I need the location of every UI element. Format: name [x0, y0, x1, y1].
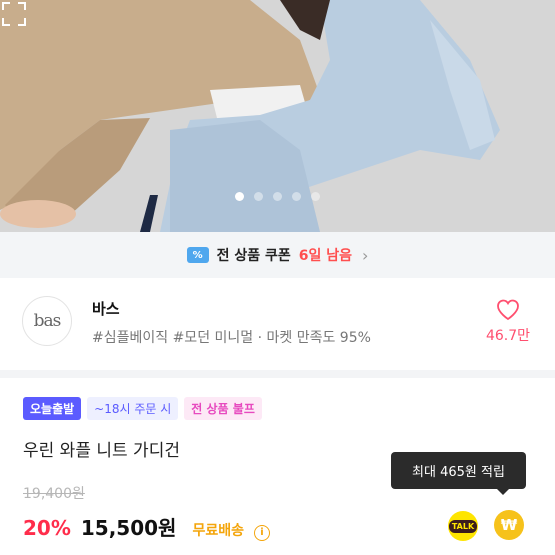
discount-rate: 20% [23, 516, 71, 540]
heart-icon[interactable] [496, 299, 520, 321]
section-divider [0, 370, 555, 378]
coupon-label: 전 상품 쿠폰 [216, 248, 291, 264]
shipping-label: 무료배송 [192, 523, 244, 539]
like-count: 46.7만 [485, 328, 531, 344]
original-price: 19,400원 [23, 486, 85, 502]
free-shipping-badge: 전 상품 불프 [184, 397, 262, 420]
shop-logo[interactable]: bas [22, 296, 72, 346]
pagination-dot[interactable] [235, 192, 244, 201]
pagination-dot[interactable] [311, 192, 320, 201]
product-title: 우린 와플 니트 가디건 [23, 441, 180, 461]
chevron-right-icon: › [362, 245, 369, 265]
reward-tooltip: 최대 465원 적립 [391, 452, 526, 495]
shop-info[interactable]: bas 바스 #심플베이직 #모던 미니멀 · 마켓 만족도 95% 46.7만 [0, 278, 555, 370]
pagination-dot[interactable] [273, 192, 282, 201]
shop-name[interactable]: 바스 [92, 298, 120, 319]
product-image[interactable] [0, 0, 555, 232]
delivery-badges: 오늘출발 ~18시 주문 시 전 상품 불프 [23, 397, 262, 420]
image-pagination [0, 192, 555, 201]
order-cutoff-badge: ~18시 주문 시 [87, 397, 179, 420]
today-shipping-badge: 오늘출발 [23, 397, 82, 420]
point-icon[interactable]: ₩ [494, 510, 524, 540]
pagination-dot[interactable] [292, 192, 301, 201]
expand-icon[interactable] [0, 0, 28, 28]
shop-tags: #심플베이직 #모던 미니멀 · 마켓 만족도 95% [92, 330, 371, 346]
kakao-talk-icon[interactable]: TALK [448, 511, 478, 541]
talk-label: TALK [448, 519, 478, 533]
coupon-icon: % [186, 247, 209, 263]
price-row: 20% 15,500원 무료배송 i [23, 512, 270, 541]
sale-price: 15,500원 [80, 516, 177, 540]
pagination-dot[interactable] [254, 192, 263, 201]
info-icon[interactable]: i [253, 524, 270, 541]
coupon-days-left: 6일 남음 [298, 248, 352, 264]
coupon-banner[interactable]: % 전 상품 쿠폰 6일 남음 › [0, 232, 555, 278]
